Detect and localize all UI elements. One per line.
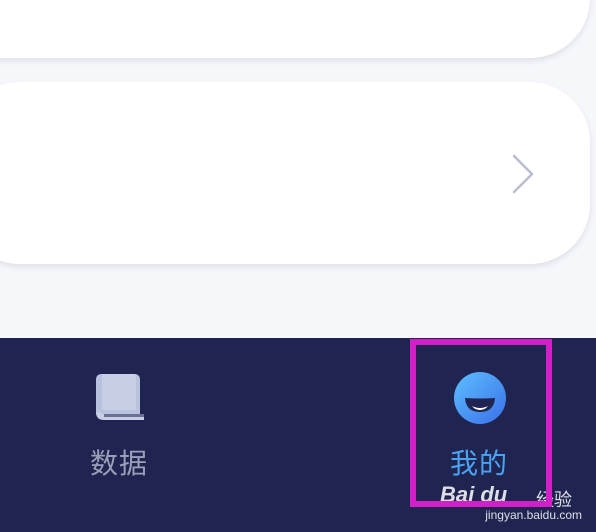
app-screen: 数据 我的 Bai du 经验 jingyan.baidu.com — [0, 0, 596, 532]
settings-card-top[interactable] — [0, 0, 590, 58]
settings-card[interactable] — [0, 82, 590, 264]
highlight-box — [410, 339, 552, 507]
tab-data[interactable]: 数据 — [44, 338, 194, 498]
book-icon — [96, 374, 144, 420]
watermark-url: jingyan.baidu.com — [485, 508, 582, 522]
chevron-right-icon — [512, 154, 534, 194]
tab-data-label: 数据 — [89, 447, 148, 480]
